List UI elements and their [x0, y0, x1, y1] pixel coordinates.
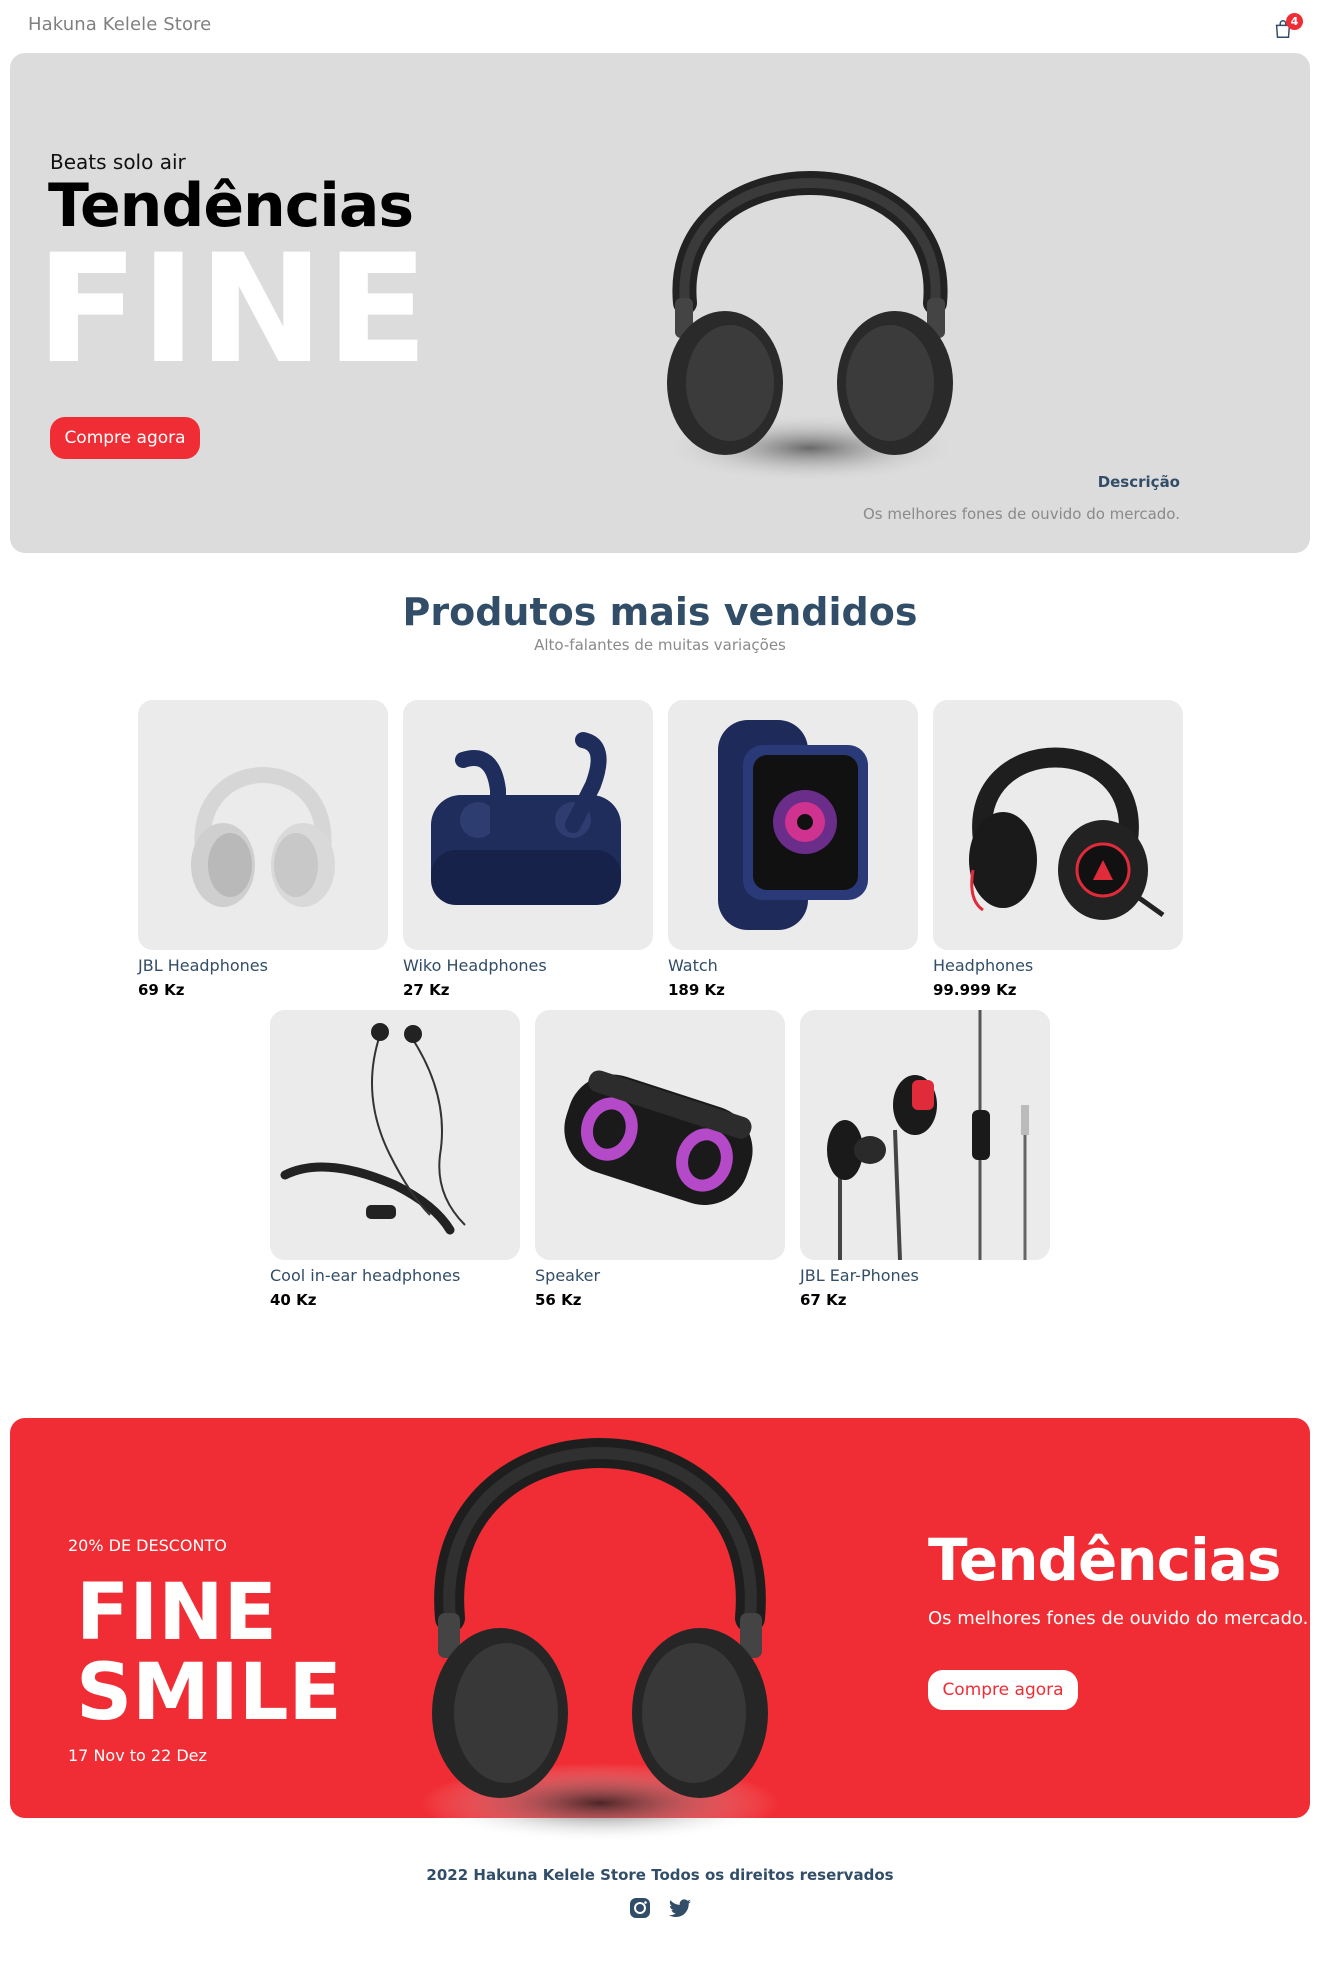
- hero-headphones-image: [660, 171, 960, 483]
- product-card[interactable]: JBL Headphones 69 Kz: [138, 700, 388, 999]
- bluetooth-speaker-image: [535, 1010, 785, 1260]
- product-name: Cool in-ear headphones: [270, 1266, 461, 1285]
- banner-headphones-image: [420, 1438, 780, 1843]
- product-name: Wiko Headphones: [403, 956, 547, 975]
- product-card[interactable]: Cool in-ear headphones 40 Kz: [270, 1010, 520, 1309]
- cart-item-count: 4: [1286, 13, 1303, 30]
- gaming-headset-image: [933, 700, 1183, 950]
- product-name: Headphones: [933, 956, 1034, 975]
- neckband-earphones-image: [270, 1010, 520, 1260]
- product-card[interactable]: Watch 189 Kz: [668, 700, 918, 999]
- hero-description: Descrição Os melhores fones de ouvido do…: [863, 473, 1180, 523]
- navbar: Hakuna Kelele Store 4: [0, 0, 1320, 52]
- banner-description: Os melhores fones de ouvido do mercado.: [928, 1608, 1309, 1629]
- product-price: 99.999 Kz: [933, 981, 1017, 999]
- product-card[interactable]: JBL Ear-Phones 67 Kz: [800, 1010, 1050, 1309]
- social-icons: [0, 1896, 1320, 1920]
- wired-earphones-image: [800, 1010, 1050, 1260]
- instagram-icon[interactable]: [628, 1896, 652, 1920]
- hero-description-text: Os melhores fones de ouvido do mercado.: [862, 505, 1180, 523]
- smartwatch-image: [668, 700, 918, 950]
- product-price: 69 Kz: [138, 981, 185, 999]
- footer: 2022 Hakuna Kelele Store Todos os direit…: [0, 1866, 1320, 1920]
- products-subtitle: Alto-falantes de muitas variações: [534, 636, 786, 654]
- product-price: 67 Kz: [800, 1291, 847, 1309]
- hero-large-text: FINE: [36, 223, 431, 397]
- product-price: 56 Kz: [535, 1291, 582, 1309]
- cart-button[interactable]: 4: [1272, 13, 1303, 41]
- product-name: JBL Headphones: [138, 956, 268, 975]
- discount-text: 20% DE DESCONTO: [68, 1536, 227, 1555]
- hero-buy-button[interactable]: Compre agora: [50, 417, 200, 459]
- products-title: Produtos mais vendidos: [402, 590, 918, 634]
- store-logo[interactable]: Hakuna Kelele Store: [28, 14, 211, 35]
- product-name: JBL Ear-Phones: [800, 1266, 919, 1285]
- product-price: 40 Kz: [270, 1291, 317, 1309]
- twitter-icon[interactable]: [668, 1896, 692, 1920]
- product-name: Watch: [668, 956, 718, 975]
- product-card[interactable]: Wiko Headphones 27 Kz: [403, 700, 653, 999]
- hero-banner: Beats solo air Tendências FINE Compre ag…: [10, 53, 1310, 553]
- earbuds-case-image: [403, 700, 653, 950]
- white-headphones-image: [138, 700, 388, 950]
- hero-description-title: Descrição: [1097, 473, 1180, 491]
- banner-buy-button[interactable]: Compre agora: [928, 1670, 1078, 1710]
- product-card[interactable]: Headphones 99.999 Kz: [933, 700, 1183, 999]
- product-name: Speaker: [535, 1266, 601, 1285]
- copyright-text: 2022 Hakuna Kelele Store Todos os direit…: [426, 1866, 894, 1884]
- product-card[interactable]: Speaker 56 Kz: [535, 1010, 785, 1309]
- product-price: 27 Kz: [403, 981, 450, 999]
- products-heading: Produtos mais vendidos Alto-falantes de …: [0, 590, 1320, 654]
- banner-large-text-1: FINE: [76, 1568, 277, 1658]
- sale-date: 17 Nov to 22 Dez: [68, 1746, 207, 1765]
- product-price: 189 Kz: [668, 981, 725, 999]
- banner-large-text-2: SMILE: [76, 1648, 342, 1738]
- banner-small-title: Tendências: [928, 1526, 1282, 1594]
